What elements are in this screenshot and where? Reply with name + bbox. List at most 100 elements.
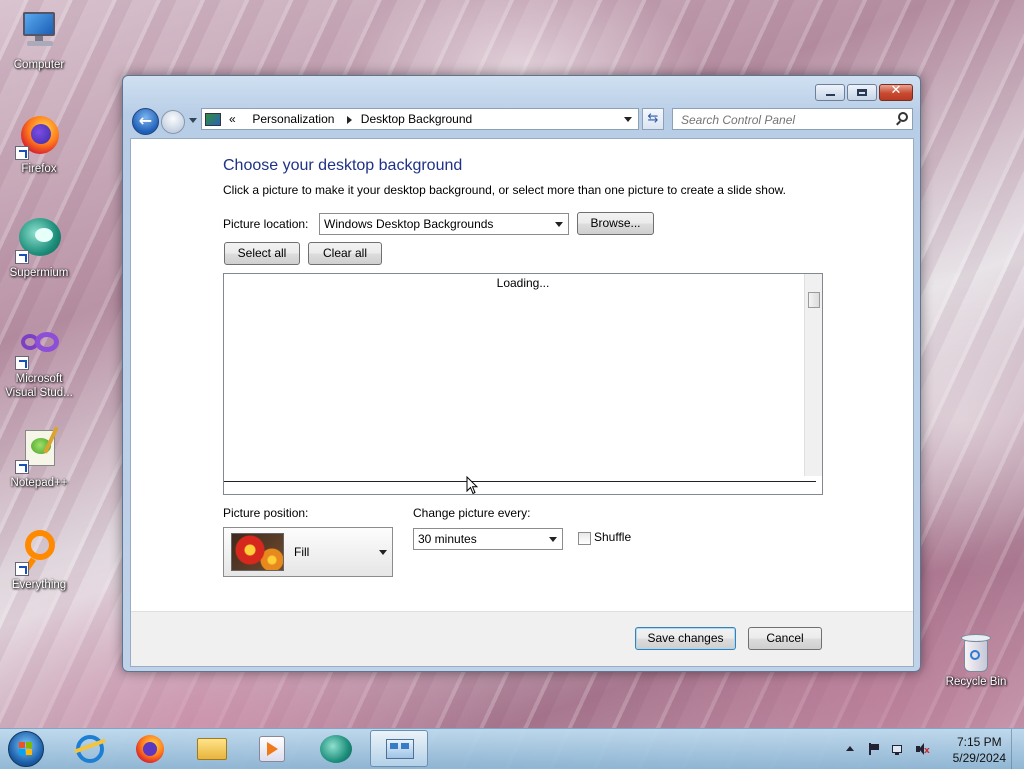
volume-muted-icon[interactable]: x [916,743,930,756]
forward-button[interactable] [161,110,185,134]
picture-position-label: Picture position: [223,506,309,520]
taskbar: x 7:15 PM 5/29/2024 [0,728,1024,769]
notepad-plus-plus-icon [15,426,63,474]
breadcrumb-personalization[interactable]: Personalization [252,112,334,126]
desktop-icon-computer[interactable]: Computer [1,8,77,72]
caption-buttons: ✕ [815,83,913,101]
breadcrumb: « Personalization Desktop Background [229,112,472,126]
shortcut-arrow-icon [15,146,29,160]
desktop-icon-visual-studio[interactable]: Microsoft Visual Stud... [1,322,77,400]
search-box[interactable] [672,108,913,130]
computer-icon [15,8,63,56]
scrollbar-thumb[interactable] [808,292,820,308]
show-desktop-button[interactable] [1011,729,1024,769]
save-changes-button[interactable]: Save changes [635,627,736,650]
cancel-button[interactable]: Cancel [748,627,822,650]
search-icon[interactable] [898,112,908,122]
windows-logo-icon [19,742,33,756]
address-dropdown-icon[interactable] [624,117,632,122]
select-all-button[interactable]: Select all [224,242,300,265]
picture-location-label: Picture location: [223,217,309,231]
desktop-icon-label: Recycle Bin [945,676,1007,688]
arrow-left-icon: ← [138,111,153,130]
loading-text: Loading... [496,276,550,290]
taskbar-firefox[interactable] [124,730,176,767]
desktop-icon-everything[interactable]: Everything [1,528,77,592]
desktop-icon-label: Firefox [21,163,57,175]
close-button[interactable]: ✕ [879,83,913,101]
desktop-icon-label: Supermium [9,267,69,279]
content-pane: Choose your desktop background Click a p… [130,138,914,667]
desktop-icon-notepad-plus-plus[interactable]: Notepad++ [1,426,77,490]
minimize-icon [826,94,835,96]
mouse-cursor-icon [466,476,478,495]
taskbar-internet-explorer[interactable] [64,730,116,767]
picture-position-select[interactable]: Fill [223,527,393,577]
everything-icon [15,528,63,576]
maximize-button[interactable] [847,84,877,101]
desktop-background-window: ✕ ← « Personalization Desktop Background… [122,75,921,672]
page-description: Click a picture to make it your desktop … [223,183,786,197]
supermium-icon [320,735,352,763]
picture-position-value: Fill [294,545,310,559]
chevron-down-icon [379,550,387,555]
clear-all-button[interactable]: Clear all [308,242,382,265]
shortcut-arrow-icon [15,562,29,576]
desktop-icon-label: Microsoft Visual Stud... [5,373,73,399]
clock-time: 7:15 PM [956,735,1002,749]
address-bar[interactable]: « Personalization Desktop Background [201,108,639,130]
visual-studio-icon [15,322,63,370]
breadcrumb-overflow[interactable]: « [229,112,236,126]
shortcut-arrow-icon [15,356,29,370]
taskbar-supermium[interactable] [310,730,362,767]
action-center-flag-icon[interactable] [868,743,880,755]
minimize-button[interactable] [815,84,845,101]
taskbar-media-player[interactable] [246,730,298,767]
taskbar-file-explorer[interactable] [186,730,238,767]
desktop-icon-label: Computer [13,59,65,71]
breadcrumb-desktop-background[interactable]: Desktop Background [361,112,472,126]
picture-gallery[interactable]: Loading... [223,273,823,495]
change-picture-value: 30 minutes [418,532,477,546]
chevron-down-icon [549,537,557,542]
show-hidden-icons-button[interactable] [846,746,854,751]
chevron-down-icon [555,222,563,227]
supermium-icon [15,216,63,264]
network-icon[interactable] [892,743,904,755]
change-picture-label: Change picture every: [413,506,531,520]
desktop-icon-supermium[interactable]: Supermium [1,216,77,280]
shortcut-arrow-icon [15,250,29,264]
picture-location-select[interactable]: Windows Desktop Backgrounds [319,213,569,235]
firefox-icon [15,112,63,160]
refresh-icon: ⇆ [647,111,659,126]
browse-button[interactable]: Browse... [577,212,654,235]
shuffle-label[interactable]: Shuffle [594,530,631,544]
file-explorer-icon [197,738,227,760]
control-panel-icon [386,739,414,759]
gallery-divider [224,481,816,482]
recent-pages-dropdown[interactable] [189,118,197,123]
gallery-scrollbar[interactable] [804,274,822,476]
page-title: Choose your desktop background [223,157,463,174]
maximize-icon [857,89,867,96]
shortcut-arrow-icon [15,460,29,474]
dialog-footer: Save changes Cancel [131,611,913,666]
picture-position-preview [231,533,284,571]
back-button[interactable]: ← [132,108,159,135]
breadcrumb-separator-icon[interactable] [346,115,352,124]
clock-date: 5/29/2024 [952,751,1006,765]
desktop-icon-firefox[interactable]: Firefox [1,112,77,176]
control-panel-icon [205,112,221,126]
refresh-button[interactable]: ⇆ [642,108,664,130]
desktop-icon-label: Everything [11,579,67,591]
desktop-icon-recycle-bin[interactable]: Recycle Bin [944,632,1008,688]
change-picture-select[interactable]: 30 minutes [413,528,563,550]
picture-location-value: Windows Desktop Backgrounds [324,217,494,231]
taskbar-control-panel[interactable] [370,730,428,767]
search-input[interactable] [679,110,893,130]
start-button[interactable] [8,731,44,767]
shuffle-checkbox[interactable] [578,532,591,545]
close-icon: ✕ [890,83,902,98]
recycle-bin-icon [961,632,991,672]
taskbar-clock[interactable]: 7:15 PM 5/29/2024 [953,734,1006,766]
